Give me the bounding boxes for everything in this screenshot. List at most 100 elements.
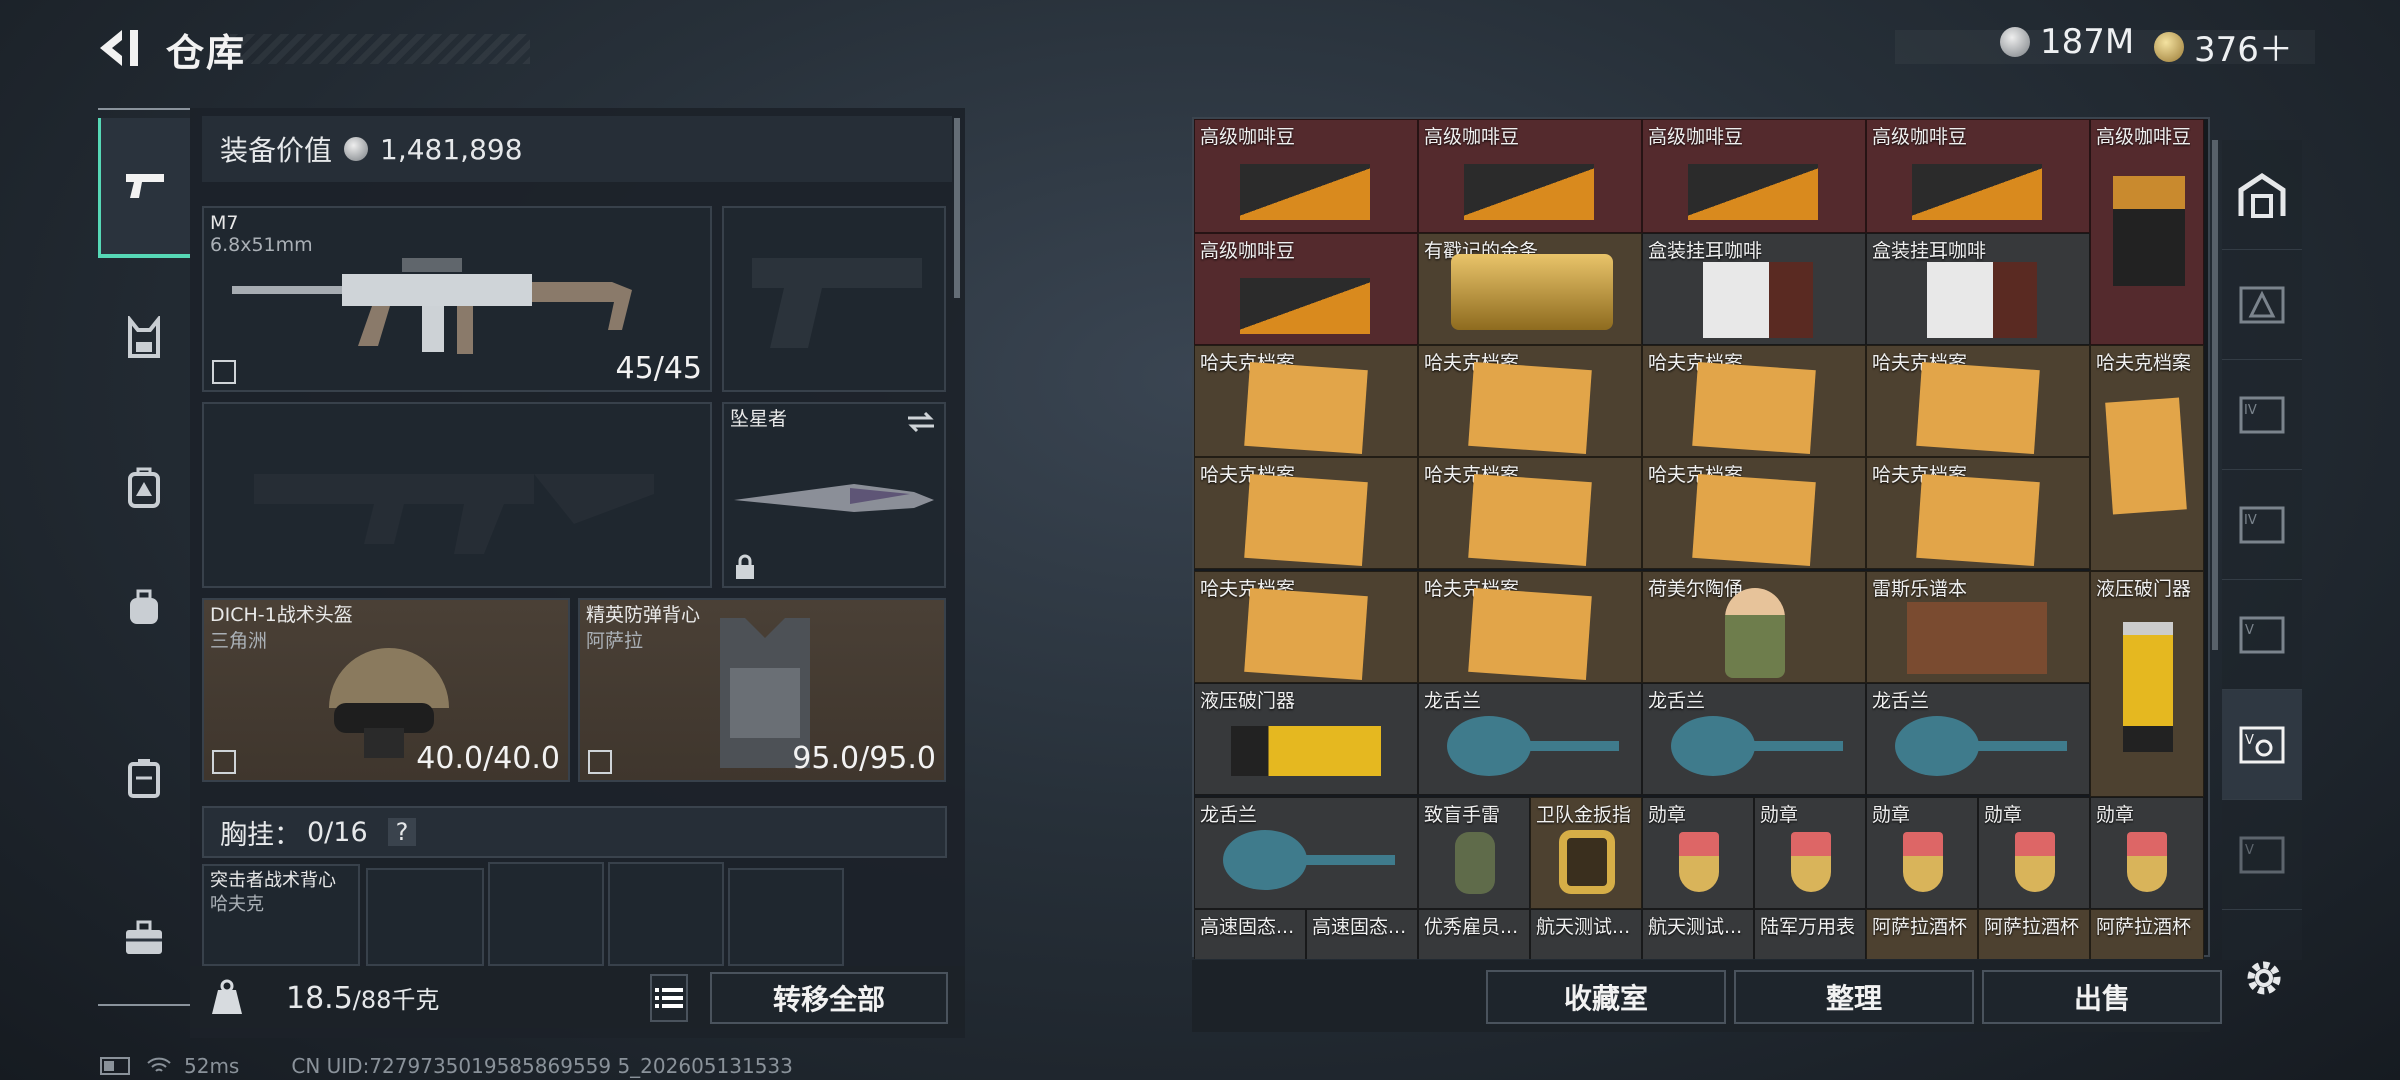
item-flashbang[interactable]: 致盲手雷 <box>1418 797 1530 909</box>
item-music-score[interactable]: 雷斯乐谱本 <box>1866 571 2090 683</box>
item-tequila[interactable]: 龙舌兰 <box>1418 683 1642 795</box>
tab-gti[interactable] <box>2222 250 2302 360</box>
wifi-icon <box>147 1057 171 1072</box>
item-asala-goblet[interactable]: 阿萨拉酒杯 <box>1978 909 2090 959</box>
tab-all-storage[interactable] <box>2222 140 2302 250</box>
tab-v-selected[interactable]: V <box>2222 690 2302 800</box>
item-drip-coffee-box[interactable]: 盒装挂耳咖啡 <box>1642 233 1866 345</box>
item-tequila[interactable]: 龙舌兰 <box>1194 797 1418 909</box>
item-asala-goblet[interactable]: 阿萨拉酒杯 <box>2090 909 2204 959</box>
item-havk-file[interactable]: 哈夫克档案 <box>1418 571 1642 683</box>
item-gold-ring[interactable]: 卫队金扳指 <box>1530 797 1642 909</box>
secondary-weapon-slot-empty[interactable] <box>202 402 712 588</box>
toolbox-icon <box>126 920 162 954</box>
chest-rig-slot[interactable]: 突击者战术背心 哈夫克 <box>202 864 360 966</box>
chest-rig-bar: 胸挂： 0/16 ? <box>202 806 947 858</box>
item-havk-file[interactable]: 哈夫克档案 <box>1866 345 2090 457</box>
rig-pocket-slot[interactable] <box>366 868 484 966</box>
item-medal[interactable]: 勋章 <box>1642 797 1754 909</box>
currency-triangle-coins[interactable]: 376＋ <box>2154 22 2293 71</box>
grenade-icon <box>1455 832 1495 894</box>
item-premium-coffee[interactable]: 高级咖啡豆 <box>1642 119 1866 233</box>
melee-slot[interactable]: 坠星者 <box>722 402 946 588</box>
nav-toolbox[interactable] <box>98 868 190 1008</box>
item-havk-file[interactable]: 哈夫克档案 <box>1642 457 1866 569</box>
item-label: 致盲手雷 <box>1424 804 1501 826</box>
item-army-multimeter[interactable]: 陆军万用表 <box>1754 909 1866 959</box>
item-havk-file[interactable]: 哈夫克档案 <box>1194 345 1418 457</box>
item-stamped-gold-bar[interactable]: 有戳记的金条 <box>1418 233 1642 345</box>
helmet-durability: 40.0/40.0 <box>416 741 560 776</box>
sell-button[interactable]: 出售 <box>1982 970 2222 1024</box>
item-premium-coffee[interactable]: 高级咖啡豆 <box>1194 119 1418 233</box>
item-premium-coffee[interactable]: 高级咖啡豆 <box>1194 233 1418 345</box>
item-ssd[interactable]: 高速固态... <box>1194 909 1306 959</box>
nav-bag[interactable] <box>98 538 190 678</box>
item-medal[interactable]: 勋章 <box>1866 797 1978 909</box>
item-tequila[interactable]: 龙舌兰 <box>1642 683 1866 795</box>
medal-icon <box>2015 832 2055 892</box>
item-havk-file[interactable]: 哈夫克档案 <box>1418 457 1642 569</box>
rig-pocket-slot[interactable] <box>488 862 604 966</box>
nav-tactical-rig[interactable] <box>98 268 190 408</box>
rig-pocket-slot[interactable] <box>728 868 844 966</box>
item-drip-coffee-box[interactable]: 盒装挂耳咖啡 <box>1866 233 2090 345</box>
item-label: 阿萨拉酒杯 <box>1872 916 1968 938</box>
item-premium-coffee[interactable]: 高级咖啡豆 <box>1866 119 2090 233</box>
item-havk-file[interactable]: 哈夫克档案 <box>1642 345 1866 457</box>
tab-iv-a[interactable]: IV <box>2222 360 2302 470</box>
helmet-slot[interactable]: DICH-1战术头盔 三角洲 40.0/40.0 <box>202 598 570 782</box>
file-folder-icon <box>1916 473 2040 567</box>
item-medal[interactable]: 勋章 <box>1754 797 1866 909</box>
item-havk-file[interactable]: 哈夫克档案 <box>1418 345 1642 457</box>
nav-backpack[interactable] <box>98 418 190 558</box>
item-label: 荷美尔陶俑 <box>1648 578 1744 600</box>
item-hummel-figurine[interactable]: 荷美尔陶俑 <box>1642 571 1866 683</box>
item-medal[interactable]: 勋章 <box>1978 797 2090 909</box>
armor-slot[interactable]: 精英防弹背心 阿萨拉 95.0/95.0 <box>578 598 946 782</box>
list-view-button[interactable] <box>650 974 688 1022</box>
help-icon[interactable]: ? <box>387 818 417 846</box>
item-employee-badge[interactable]: 优秀雇员... <box>1418 909 1530 959</box>
item-premium-coffee[interactable]: 高级咖啡豆 <box>1418 119 1642 233</box>
chest-rig-label: 胸挂： <box>220 819 301 851</box>
scrollbar[interactable] <box>2212 140 2218 650</box>
collection-room-button[interactable]: 收藏室 <box>1486 970 1726 1024</box>
item-aerospace-test[interactable]: 航天测试... <box>1530 909 1642 959</box>
swap-icon[interactable] <box>906 410 936 434</box>
sort-button[interactable]: 整理 <box>1734 970 1974 1024</box>
rifle-placeholder-icon <box>254 474 654 554</box>
back-icon[interactable] <box>96 26 144 70</box>
ring-icon <box>1559 830 1615 894</box>
item-havk-file[interactable]: 哈夫克档案 <box>1866 457 2090 569</box>
item-asala-goblet[interactable]: 阿萨拉酒杯 <box>1866 909 1978 959</box>
item-hydraulic-breacher-tall[interactable]: 液压破门器 <box>2090 571 2204 797</box>
item-tequila[interactable]: 龙舌兰 <box>1866 683 2090 795</box>
primary-weapon-slot[interactable]: M7 6.8x51mm 45/45 <box>202 206 712 392</box>
tab-v-a[interactable]: V <box>2222 580 2302 690</box>
pistol-slot-empty[interactable] <box>722 206 946 392</box>
item-ssd[interactable]: 高速固态... <box>1306 909 1418 959</box>
item-label: 勋章 <box>1648 804 1687 826</box>
item-havk-file[interactable]: 哈夫克档案 <box>1194 457 1418 569</box>
item-hydraulic-breacher[interactable]: 液压破门器 <box>1194 683 1418 795</box>
tab-v-c[interactable]: V <box>2222 800 2302 910</box>
item-label: 高级咖啡豆 <box>1424 126 1520 148</box>
tab-iv-b[interactable]: IV <box>2222 470 2302 580</box>
rig-pocket-slot[interactable] <box>608 862 724 966</box>
gear-icon[interactable] <box>2242 956 2286 1000</box>
item-havk-file[interactable]: 哈夫克档案 <box>1194 571 1418 683</box>
file-folder-icon <box>1244 361 1368 455</box>
scrollbar[interactable] <box>954 118 960 298</box>
item-havk-file-tall[interactable]: 哈夫克档案 <box>2090 345 2204 571</box>
nav-weapons[interactable] <box>98 118 190 258</box>
nav-case[interactable] <box>98 708 190 848</box>
transfer-all-button[interactable]: 转移全部 <box>710 972 948 1024</box>
item-aerospace-test[interactable]: 航天测试... <box>1642 909 1754 959</box>
item-premium-coffee-tall[interactable]: 高级咖啡豆 <box>2090 119 2204 345</box>
weapon-name: M7 <box>210 212 239 234</box>
item-label: 高级咖啡豆 <box>1200 126 1296 148</box>
item-medal[interactable]: 勋章 <box>2090 797 2204 909</box>
item-label: 高级咖啡豆 <box>1872 126 1968 148</box>
breacher-icon <box>1231 726 1381 776</box>
